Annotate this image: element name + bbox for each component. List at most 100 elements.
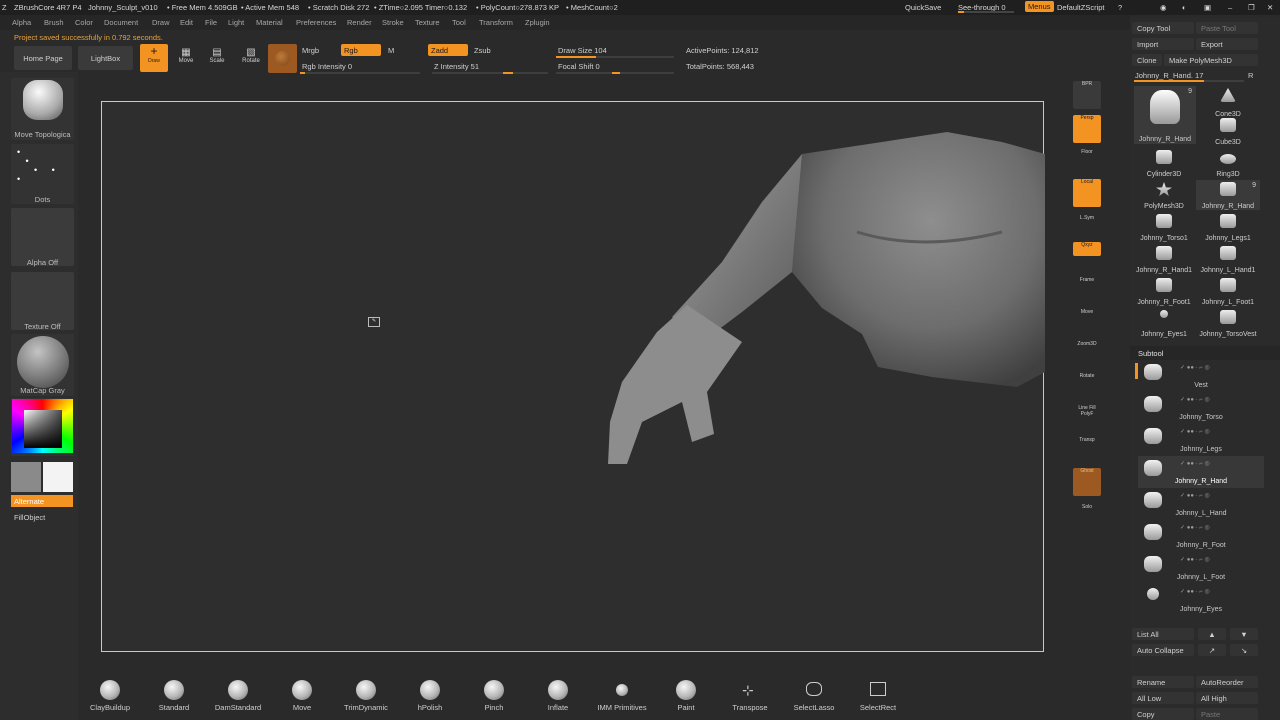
move-view-button[interactable]: Move bbox=[1073, 309, 1101, 337]
zadd-button[interactable]: Zadd bbox=[428, 44, 468, 56]
subtool-row-vest[interactable]: ✓ ●● · ⌐ ◎ Vest bbox=[1138, 360, 1264, 392]
subtool-controls[interactable]: ✓ ●● · ⌐ ◎ bbox=[1180, 364, 1264, 372]
menu-document[interactable]: Document bbox=[104, 18, 138, 27]
subtool-row-johnny-legs[interactable]: ✓ ●● · ⌐ ◎ Johnny_Legs bbox=[1138, 424, 1264, 456]
brush-selectlasso[interactable]: SelectLasso bbox=[784, 680, 844, 712]
menu-transform[interactable]: Transform bbox=[479, 18, 513, 27]
menu-light[interactable]: Light bbox=[228, 18, 244, 27]
menu-file[interactable]: File bbox=[205, 18, 217, 27]
list-all-button[interactable]: List All bbox=[1132, 628, 1194, 640]
export-button[interactable]: Export bbox=[1196, 38, 1258, 50]
move-down-icon[interactable]: ▼ bbox=[1230, 628, 1258, 640]
settings-icon[interactable]: ◉ bbox=[1160, 3, 1167, 12]
document-canvas[interactable]: ✎ bbox=[101, 101, 1045, 653]
transp-button[interactable]: Transp bbox=[1073, 437, 1101, 465]
zoom3d-button[interactable]: Zoom3D bbox=[1073, 341, 1101, 369]
tool-johnny-eyes1[interactable]: Johnny_Eyes1 bbox=[1132, 308, 1196, 338]
subtool-controls[interactable]: ✓ ●● · ⌐ ◎ bbox=[1180, 588, 1264, 596]
paste-tool-button[interactable]: Paste Tool bbox=[1196, 22, 1258, 34]
draw-size-slider[interactable] bbox=[556, 56, 674, 58]
sculpt-model[interactable] bbox=[102, 102, 1045, 653]
tool-cube3d[interactable]: Cube3D bbox=[1196, 116, 1260, 146]
draw-button[interactable]: + Draw bbox=[140, 44, 168, 72]
saturation-square[interactable] bbox=[24, 410, 62, 448]
alternate-button[interactable]: Alternate bbox=[11, 495, 73, 507]
subtool-controls[interactable]: ✓ ●● · ⌐ ◎ bbox=[1180, 428, 1264, 436]
help-icon[interactable]: ? bbox=[1118, 3, 1122, 12]
clone-button[interactable]: Clone bbox=[1132, 54, 1162, 66]
brush-selectrect[interactable]: SelectRect bbox=[848, 680, 908, 712]
polyf-button[interactable]: Line Fill PolyF bbox=[1073, 405, 1101, 433]
tool-johnny-legs1[interactable]: Johnny_Legs1 bbox=[1196, 212, 1260, 242]
brush-trimdynamic[interactable]: TrimDynamic bbox=[336, 680, 396, 712]
subtool-controls[interactable]: ✓ ●● · ⌐ ◎ bbox=[1180, 556, 1264, 564]
arrow-up-right-icon[interactable]: ↗ bbox=[1198, 644, 1226, 656]
brush-hpolish[interactable]: hPolish bbox=[400, 680, 460, 712]
zscript-button[interactable]: DefaultZScript bbox=[1057, 3, 1105, 12]
rotate-view-button[interactable]: Rotate bbox=[1073, 373, 1101, 401]
tool-johnny-l-foot1[interactable]: Johnny_L_Foot1 bbox=[1196, 276, 1260, 306]
zsub-button[interactable]: Zsub bbox=[474, 46, 491, 55]
rename-button[interactable]: Rename bbox=[1132, 676, 1194, 688]
menu-stroke[interactable]: Stroke bbox=[382, 18, 404, 27]
tool-johnny-torsovest[interactable]: Johnny_TorsoVest bbox=[1196, 308, 1260, 338]
fillobject-button[interactable]: FillObject bbox=[14, 513, 45, 522]
brush-standard[interactable]: Standard bbox=[144, 680, 204, 712]
subtool-header[interactable]: Subtool bbox=[1130, 346, 1280, 360]
ghost-button[interactable]: Ghost bbox=[1073, 468, 1101, 496]
copy-button[interactable]: Copy bbox=[1132, 708, 1194, 720]
minimize-icon[interactable]: – bbox=[1228, 3, 1232, 12]
frame-button[interactable]: Frame bbox=[1073, 277, 1101, 305]
local-button[interactable]: Local bbox=[1073, 179, 1101, 207]
all-high-button[interactable]: All High bbox=[1196, 692, 1258, 704]
r-button[interactable]: R bbox=[1248, 71, 1253, 80]
subtool-row-johnny-eyes[interactable]: ✓ ●● · ⌐ ◎ Johnny_Eyes bbox=[1138, 584, 1264, 616]
tool-polymesh3d[interactable]: PolyMesh3D bbox=[1132, 180, 1196, 210]
menu-tool[interactable]: Tool bbox=[452, 18, 466, 27]
paste-button[interactable]: Paste bbox=[1196, 708, 1258, 720]
z-intensity-slider[interactable] bbox=[432, 72, 548, 74]
scale-button[interactable]: ▤ Scale bbox=[205, 47, 229, 71]
menu-zplugin[interactable]: Zplugin bbox=[525, 18, 550, 27]
move-button[interactable]: ▦ Move bbox=[174, 47, 198, 71]
floor-button[interactable]: Floor bbox=[1073, 149, 1101, 177]
import-button[interactable]: Import bbox=[1132, 38, 1194, 50]
lightbox-button[interactable]: LightBox bbox=[78, 46, 133, 70]
rgb-button[interactable]: Rgb bbox=[341, 44, 381, 56]
tool-cylinder3d[interactable]: Cylinder3D bbox=[1132, 148, 1196, 178]
brush-imm-primitives[interactable]: IMM Primitives bbox=[592, 680, 652, 712]
menu-color[interactable]: Color bbox=[75, 18, 93, 27]
color-picker[interactable] bbox=[11, 398, 74, 456]
tool-johnny-l-hand1[interactable]: Johnny_L_Hand1 bbox=[1196, 244, 1260, 274]
secondary-color-swatch[interactable] bbox=[11, 462, 41, 492]
maximize-icon[interactable]: ❐ bbox=[1248, 3, 1255, 12]
tool-johnny-r-hand1[interactable]: Johnny_R_Hand1 bbox=[1132, 244, 1196, 274]
color-icon[interactable]: ◐ bbox=[1182, 3, 1187, 12]
home-page-button[interactable]: Home Page bbox=[14, 46, 72, 70]
quicksave-button[interactable]: QuickSave bbox=[905, 3, 941, 12]
menu-texture[interactable]: Texture bbox=[415, 18, 440, 27]
copy-tool-button[interactable]: Copy Tool bbox=[1132, 22, 1194, 34]
brush-transpose[interactable]: ⊹ Transpose bbox=[720, 680, 780, 712]
mrgb-button[interactable]: Mrgb bbox=[302, 46, 319, 55]
menu-render[interactable]: Render bbox=[347, 18, 372, 27]
brush-paint[interactable]: Paint bbox=[656, 680, 716, 712]
rgb-intensity-slider[interactable] bbox=[300, 72, 420, 74]
tool-johnny-r-hand-2[interactable]: 9 Johnny_R_Hand bbox=[1196, 180, 1260, 210]
subtool-controls[interactable]: ✓ ●● · ⌐ ◎ bbox=[1180, 524, 1264, 532]
bpr-button[interactable]: BPR bbox=[1073, 81, 1101, 109]
tool-johnny-r-foot1[interactable]: Johnny_R_Foot1 bbox=[1132, 276, 1196, 306]
subtool-controls[interactable]: ✓ ●● · ⌐ ◎ bbox=[1180, 492, 1264, 500]
menu-alpha[interactable]: Alpha bbox=[12, 18, 31, 27]
qxyz-button[interactable]: Qxyz bbox=[1073, 242, 1101, 256]
autoreorder-button[interactable]: AutoReorder bbox=[1196, 676, 1258, 688]
brush-inflate[interactable]: Inflate bbox=[528, 680, 588, 712]
persp-button[interactable]: Persp bbox=[1073, 115, 1101, 143]
subtool-row-johnny-r-foot[interactable]: ✓ ●● · ⌐ ◎ Johnny_R_Foot bbox=[1138, 520, 1264, 552]
subtool-row-johnny-l-hand[interactable]: ✓ ●● · ⌐ ◎ Johnny_L_Hand bbox=[1138, 488, 1264, 520]
menu-preferences[interactable]: Preferences bbox=[296, 18, 336, 27]
brush-pinch[interactable]: Pinch bbox=[464, 680, 524, 712]
subtool-controls[interactable]: ✓ ●● · ⌐ ◎ bbox=[1180, 396, 1264, 404]
subtool-row-johnny-torso[interactable]: ✓ ●● · ⌐ ◎ Johnny_Torso bbox=[1138, 392, 1264, 424]
rotate-button[interactable]: ▧ Rotate bbox=[238, 47, 264, 71]
